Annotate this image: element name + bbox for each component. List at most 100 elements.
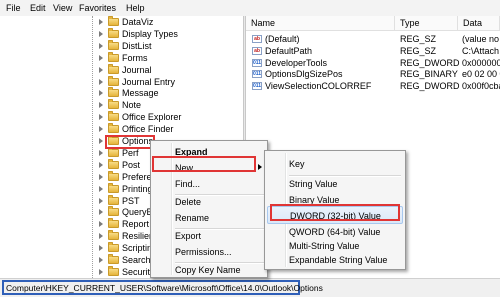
expand-arrow-icon[interactable]: [99, 209, 103, 216]
expand-arrow-icon[interactable]: [99, 126, 103, 133]
menu-favorites[interactable]: Favorites: [79, 3, 116, 13]
tree-item-label: Report: [122, 219, 150, 230]
menu-file[interactable]: File: [6, 3, 21, 13]
dword-item-highlight: [270, 204, 400, 221]
string-value-icon: ab: [252, 35, 262, 43]
value-name: ViewSelectionCOLORREF: [265, 81, 372, 92]
binary-value-icon: 011: [252, 58, 262, 67]
folder-icon: [108, 27, 119, 38]
value-data: (value no: [462, 34, 500, 44]
tree-item-label: Journal: [122, 64, 152, 75]
folder-icon: [108, 242, 119, 253]
value-data: 0x00f0cba: [462, 81, 500, 92]
tree-item-label: Post: [122, 159, 141, 170]
tree-item-label: Note: [122, 100, 142, 111]
value-data: e0 02 00 0: [462, 69, 500, 80]
tree-item-label: Search: [122, 255, 151, 265]
expand-arrow-icon[interactable]: [99, 66, 103, 73]
menu-item-copy-key-name[interactable]: Copy Key Name: [153, 261, 265, 279]
folder-icon: [108, 51, 119, 62]
value-type: REG_DWORD: [400, 81, 460, 92]
expand-arrow-icon[interactable]: [99, 185, 103, 192]
tree-item-label: Display Types: [122, 28, 178, 39]
folder-icon: [108, 111, 119, 122]
menu-edit[interactable]: Edit: [30, 3, 46, 13]
value-data: C:\Attach: [462, 45, 500, 56]
tree-item-label: Office Explorer: [122, 112, 182, 123]
folder-icon: [108, 170, 119, 181]
expand-arrow-icon[interactable]: [99, 221, 103, 228]
tree-item-label: Office Finder: [122, 124, 174, 135]
folder-icon: [108, 182, 119, 193]
column-header-type[interactable]: Type: [395, 16, 458, 31]
value-name: DeveloperTools: [265, 57, 328, 68]
folder-icon: [108, 218, 119, 229]
column-header-name[interactable]: Name: [246, 16, 395, 31]
tree-item-label: Journal Entry: [122, 76, 176, 87]
value-data: 0x000000: [462, 57, 500, 68]
value-name: DefaultPath: [265, 45, 313, 56]
expand-arrow-icon[interactable]: [99, 268, 103, 275]
menu-item-permissions[interactable]: Permissions...: [153, 243, 265, 261]
menu-view[interactable]: View: [53, 3, 72, 13]
string-value-icon: ab: [252, 46, 262, 55]
submenu-item-expandable-string-value[interactable]: Expandable String Value: [267, 251, 403, 269]
binary-value-icon: 011: [252, 70, 262, 79]
value-name: (Default): [265, 34, 300, 44]
submenu-item-key[interactable]: Key: [267, 155, 403, 173]
folder-icon: [108, 16, 119, 26]
tree-item-label: Printing: [122, 183, 153, 194]
tree-item-label: Forms: [122, 52, 148, 63]
status-path: Computer\HKEY_CURRENT_USER\Software\Micr…: [6, 283, 323, 293]
expand-arrow-icon[interactable]: [99, 114, 103, 121]
expand-arrow-icon[interactable]: [99, 138, 103, 144]
expand-arrow-icon[interactable]: [99, 78, 103, 85]
expand-arrow-icon[interactable]: [99, 173, 103, 180]
value-name: OptionsDlgSizePos: [265, 69, 343, 80]
expand-arrow-icon[interactable]: [99, 161, 103, 168]
expand-arrow-icon[interactable]: [99, 30, 103, 37]
folder-icon: [108, 99, 119, 110]
folder-icon: [108, 75, 119, 86]
value-type: REG_SZ: [400, 45, 437, 56]
expand-arrow-icon[interactable]: [99, 19, 103, 25]
folder-icon: [108, 39, 119, 50]
value-type: REG_BINARY: [400, 69, 458, 80]
value-row[interactable]: 011 ViewSelectionCOLORREF REG_DWORD 0x00f0c…: [246, 80, 500, 93]
expand-arrow-icon[interactable]: [99, 42, 103, 49]
menu-item-find[interactable]: Find...: [153, 175, 265, 193]
expand-arrow-icon[interactable]: [99, 149, 103, 156]
expand-arrow-icon[interactable]: [99, 54, 103, 61]
tree-item-label: DistList: [122, 40, 152, 51]
tree-item-label: DataViz: [122, 17, 154, 27]
expand-arrow-icon[interactable]: [99, 197, 103, 204]
folder-icon: [108, 123, 119, 134]
folder-icon: [108, 87, 119, 98]
chevron-right-icon: [258, 164, 262, 170]
folder-icon: [108, 146, 119, 157]
expand-arrow-icon[interactable]: [99, 90, 103, 97]
column-header-data[interactable]: Data: [458, 16, 500, 31]
expand-arrow-icon[interactable]: [99, 233, 103, 240]
tree-item-label: PST: [122, 195, 140, 206]
folder-icon: [108, 265, 119, 276]
expand-arrow-icon[interactable]: [99, 245, 103, 252]
folder-icon: [108, 206, 119, 217]
folder-icon: [108, 194, 119, 205]
folder-icon: [108, 254, 119, 264]
tree-item-label: Perf: [122, 147, 139, 158]
folder-icon: [108, 63, 119, 74]
expand-arrow-icon[interactable]: [99, 102, 103, 109]
value-type: REG_DWORD: [400, 57, 460, 68]
options-key-highlight: [105, 135, 155, 149]
menu-item-rename[interactable]: Rename: [153, 209, 265, 227]
value-type: REG_SZ: [400, 34, 437, 44]
menu-bar: File Edit View Favorites Help: [0, 0, 500, 17]
new-item-highlight: [152, 156, 256, 172]
folder-icon: [108, 230, 119, 241]
binary-value-icon: 011: [252, 82, 262, 91]
folder-icon: [108, 158, 119, 169]
tree-item-label: Message: [122, 88, 159, 99]
expand-arrow-icon[interactable]: [99, 257, 103, 263]
menu-help[interactable]: Help: [126, 3, 145, 13]
